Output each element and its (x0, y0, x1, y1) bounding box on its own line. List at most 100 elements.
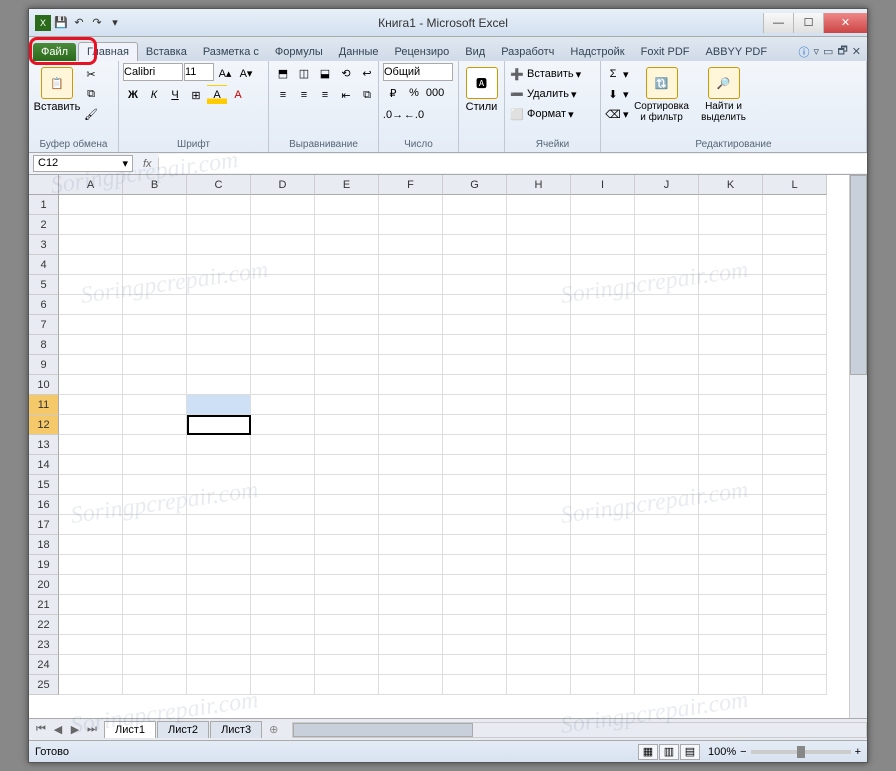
cell[interactable] (123, 355, 187, 375)
cell[interactable] (251, 195, 315, 215)
cell[interactable] (59, 615, 123, 635)
select-all-corner[interactable] (29, 175, 59, 195)
cell[interactable] (187, 355, 251, 375)
cell[interactable] (315, 255, 379, 275)
cell[interactable] (315, 215, 379, 235)
decrease-font-button[interactable]: A▾ (236, 63, 256, 83)
cell[interactable] (187, 415, 251, 435)
align-right-button[interactable]: ≡ (315, 85, 335, 105)
underline-button[interactable]: Ч (165, 85, 185, 105)
cell[interactable] (571, 575, 635, 595)
zoom-out-button[interactable]: − (740, 746, 746, 758)
cell[interactable] (635, 555, 699, 575)
autosum-button[interactable]: Σ▾ (605, 65, 629, 83)
cell[interactable] (379, 575, 443, 595)
copy-button[interactable]: ⧉ (83, 85, 99, 103)
cell[interactable] (635, 495, 699, 515)
cell[interactable] (59, 255, 123, 275)
cell[interactable] (123, 295, 187, 315)
cell[interactable] (251, 255, 315, 275)
cell[interactable] (123, 415, 187, 435)
cell[interactable] (699, 235, 763, 255)
tab-abbyy[interactable]: ABBYY PDF (698, 43, 776, 61)
cell[interactable] (379, 655, 443, 675)
decrease-decimal-button[interactable]: ←.0 (404, 105, 424, 125)
cell[interactable] (379, 295, 443, 315)
cell[interactable] (699, 395, 763, 415)
cell[interactable] (315, 315, 379, 335)
cells-area[interactable] (59, 195, 827, 695)
zoom-level[interactable]: 100% (708, 746, 736, 758)
cell[interactable] (123, 335, 187, 355)
format-painter-button[interactable]: 🖌 (83, 105, 99, 123)
align-left-button[interactable]: ≡ (273, 85, 293, 105)
column-header[interactable]: F (379, 175, 443, 195)
cell[interactable] (763, 475, 827, 495)
cell[interactable] (251, 375, 315, 395)
cell[interactable] (763, 515, 827, 535)
tab-review[interactable]: Рецензиро (387, 43, 458, 61)
cell[interactable] (763, 415, 827, 435)
cell[interactable] (59, 295, 123, 315)
cell[interactable] (379, 475, 443, 495)
cell[interactable] (443, 535, 507, 555)
tab-view[interactable]: Вид (457, 43, 493, 61)
cell[interactable] (315, 615, 379, 635)
cell[interactable] (763, 455, 827, 475)
cell[interactable] (379, 595, 443, 615)
row-header[interactable]: 2 (29, 215, 59, 235)
sheet-nav-first[interactable]: ⏮ (33, 723, 49, 736)
tab-data[interactable]: Данные (331, 43, 387, 61)
cell[interactable] (571, 275, 635, 295)
cell[interactable] (635, 415, 699, 435)
cell[interactable] (635, 375, 699, 395)
row-header[interactable]: 4 (29, 255, 59, 275)
cell[interactable] (571, 555, 635, 575)
sheet-tab-1[interactable]: Лист1 (104, 721, 156, 738)
cell[interactable] (59, 535, 123, 555)
row-header[interactable]: 3 (29, 235, 59, 255)
cell[interactable] (763, 675, 827, 695)
row-header[interactable]: 17 (29, 515, 59, 535)
cell[interactable] (763, 355, 827, 375)
cell[interactable] (379, 435, 443, 455)
cell[interactable] (187, 195, 251, 215)
cell[interactable] (507, 275, 571, 295)
cell[interactable] (763, 235, 827, 255)
cell[interactable] (635, 475, 699, 495)
row-header[interactable]: 19 (29, 555, 59, 575)
cell[interactable] (187, 575, 251, 595)
font-size-combo[interactable] (184, 63, 214, 81)
cell[interactable] (507, 375, 571, 395)
cell[interactable] (635, 435, 699, 455)
view-pagebreak-button[interactable]: ▤ (680, 744, 700, 760)
fill-button[interactable]: ⬇▾ (605, 85, 629, 103)
close-button[interactable]: ✕ (823, 13, 867, 33)
cell[interactable] (763, 615, 827, 635)
namebox-dropdown-icon[interactable]: ▾ (122, 157, 128, 170)
cell[interactable] (763, 495, 827, 515)
row-header[interactable]: 15 (29, 475, 59, 495)
row-header[interactable]: 9 (29, 355, 59, 375)
cell[interactable] (507, 535, 571, 555)
cell[interactable] (187, 375, 251, 395)
cell[interactable] (443, 375, 507, 395)
cell[interactable] (59, 215, 123, 235)
align-top-button[interactable]: ⬒ (273, 63, 293, 83)
cell[interactable] (379, 635, 443, 655)
tab-addins[interactable]: Надстройк (562, 43, 632, 61)
cell[interactable] (763, 635, 827, 655)
cell[interactable] (187, 335, 251, 355)
row-header[interactable]: 7 (29, 315, 59, 335)
cell[interactable] (59, 635, 123, 655)
cell[interactable] (187, 295, 251, 315)
view-normal-button[interactable]: ▦ (638, 744, 658, 760)
increase-decimal-button[interactable]: .0→ (383, 105, 403, 125)
cell[interactable] (507, 515, 571, 535)
cell[interactable] (251, 555, 315, 575)
cell[interactable] (507, 415, 571, 435)
cell[interactable] (59, 335, 123, 355)
cell[interactable] (443, 635, 507, 655)
sheet-nav-next[interactable]: ▶ (67, 723, 83, 736)
cell[interactable] (315, 195, 379, 215)
